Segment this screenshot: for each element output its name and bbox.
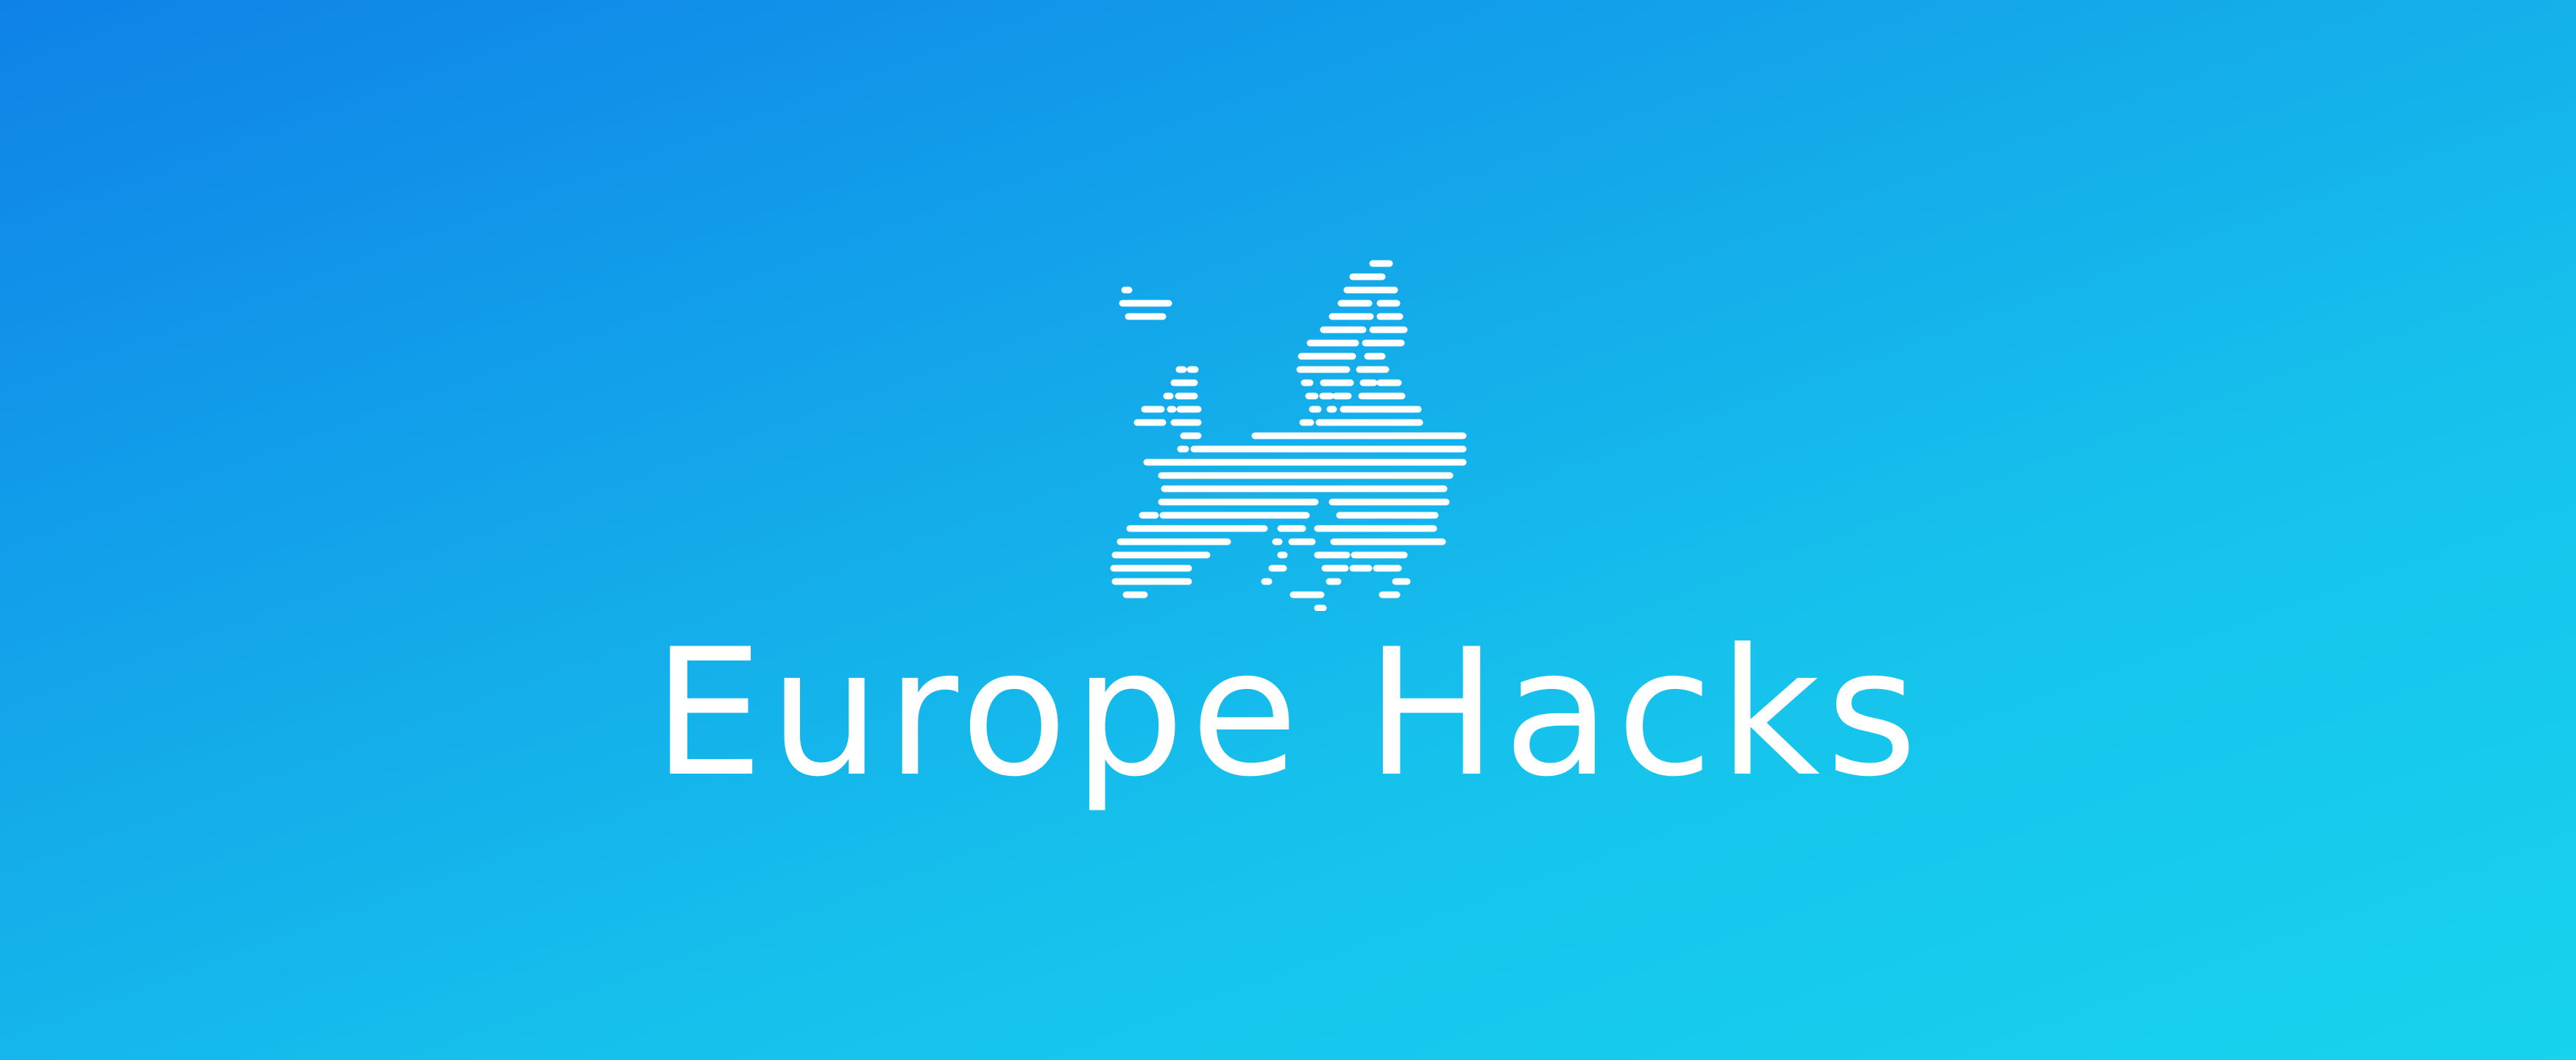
europe-map-icon: [1110, 260, 1467, 611]
brand-wordmark: Europe Hacks: [652, 612, 1924, 816]
hero-banner: Europe Hacks: [0, 0, 2576, 1060]
